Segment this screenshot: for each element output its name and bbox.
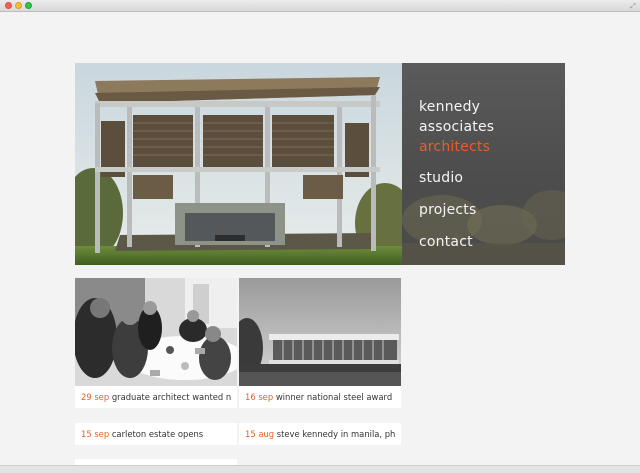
- news-caption: 15 sep carleton estate opens: [81, 429, 231, 439]
- news-title: graduate architect wanted now: [111, 392, 231, 402]
- news-card[interactable]: 15 sep carleton estate opens: [75, 423, 237, 445]
- nav-link-studio[interactable]: studio: [419, 170, 463, 186]
- window-titlebar: ⤢: [0, 0, 640, 12]
- news-date: 29 sep: [81, 392, 110, 402]
- nav-link-contact[interactable]: contact: [419, 234, 473, 250]
- close-window-button[interactable]: [5, 2, 12, 9]
- news-caption: 29 sep graduate architect wanted now: [81, 392, 231, 402]
- news-card[interactable]: 15 aug steve kennedy in manila, phili...: [239, 423, 401, 445]
- brand-name-line3: architects: [419, 139, 491, 155]
- window-bottom-edge: [0, 465, 640, 473]
- brand-name-line1: kennedy: [419, 99, 481, 115]
- brand-logo[interactable]: kennedy associates architects: [419, 97, 494, 157]
- news-title: steve kennedy in manila, phili...: [276, 429, 395, 439]
- zoom-window-button[interactable]: [25, 2, 32, 9]
- nav-link-projects[interactable]: projects: [419, 202, 476, 218]
- news-date: 15 aug: [245, 429, 275, 439]
- news-image-meeting: [75, 278, 237, 386]
- news-title: carleton estate opens: [111, 429, 204, 439]
- news-image-building: [239, 278, 401, 386]
- brand-name-line2: associates: [419, 119, 495, 135]
- news-date: 15 sep: [81, 429, 110, 439]
- panel-background-trees: [402, 190, 565, 265]
- news-caption: 15 aug steve kennedy in manila, phili...: [245, 429, 395, 439]
- news-title: winner national steel award: [275, 392, 393, 402]
- news-caption: 16 sep winner national steel award: [245, 392, 395, 402]
- news-date: 16 sep: [245, 392, 274, 402]
- minimize-window-button[interactable]: [15, 2, 22, 9]
- brand-nav-panel: kennedy associates architects studio pro…: [402, 63, 565, 265]
- news-card[interactable]: 29 sep graduate architect wanted now: [75, 278, 237, 408]
- fullscreen-icon[interactable]: ⤢: [629, 2, 637, 10]
- hero-image: [75, 63, 402, 265]
- news-card[interactable]: 16 sep winner national steel award: [239, 278, 401, 408]
